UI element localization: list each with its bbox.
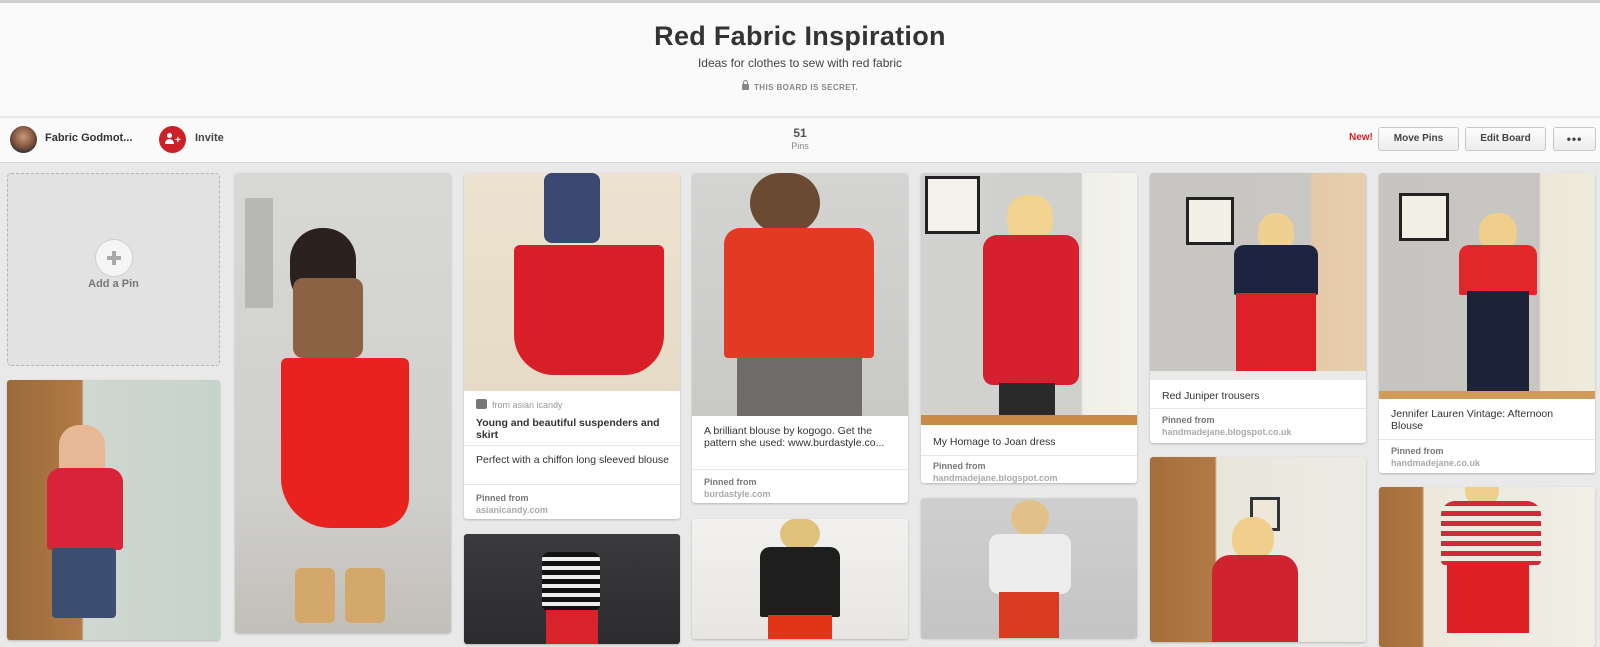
source-icon	[476, 399, 487, 409]
pin-card[interactable]: Jennifer Lauren Vintage: Afternoon Blous…	[1379, 173, 1595, 473]
add-pin-button[interactable]: Add a Pin	[7, 173, 220, 366]
pin-image[interactable]	[1150, 173, 1366, 380]
pinned-from-label: Pinned from	[476, 493, 529, 503]
owner-name[interactable]: Fabric Godmot...	[45, 132, 132, 144]
secret-notice: THIS BOARD IS SECRET.	[0, 80, 1600, 92]
pin-grid: Add a Pin from asian icandy Young and be…	[0, 162, 1600, 647]
pin-count-label: Pins	[791, 141, 809, 151]
pin-image[interactable]	[692, 519, 908, 639]
pinned-from-label: Pinned from	[933, 461, 986, 471]
source-attribution[interactable]: from asian icandy	[476, 399, 563, 410]
pin-count: 51 Pins	[776, 126, 824, 151]
pin-image[interactable]	[464, 173, 680, 391]
board-toolbar: Fabric Godmot... + Invite 51 Pins New! M…	[0, 117, 1600, 163]
board-header: Red Fabric Inspiration Ideas for clothes…	[0, 3, 1600, 116]
pin-card[interactable]	[692, 519, 908, 639]
pinned-from-label: Pinned from	[1162, 415, 1215, 425]
pin-source-link[interactable]: burdastyle.com	[704, 489, 771, 499]
pin-title: Young and beautiful suspenders and skirt	[476, 417, 660, 441]
pin-image[interactable]	[235, 173, 451, 633]
secret-label: THIS BOARD IS SECRET.	[754, 83, 858, 92]
more-options-button[interactable]: •••	[1553, 127, 1596, 151]
pin-title: Red Juniper trousers	[1162, 390, 1260, 402]
pin-image[interactable]	[1379, 173, 1595, 399]
divider	[692, 469, 908, 470]
pin-image[interactable]	[1379, 487, 1595, 647]
divider	[921, 455, 1137, 456]
pinned-from-label: Pinned from	[1391, 446, 1444, 456]
pin-card[interactable]: from asian icandy Young and beautiful su…	[464, 173, 680, 519]
board-title: Red Fabric Inspiration	[654, 21, 946, 51]
pin-card[interactable]: A brilliant blouse by kogogo. Get the pa…	[692, 173, 908, 503]
edit-board-button[interactable]: Edit Board	[1465, 127, 1546, 151]
pin-title: Jennifer Lauren Vintage: Afternoon Blous…	[1391, 408, 1554, 432]
pin-image[interactable]	[921, 498, 1137, 638]
pin-source-link[interactable]: handmadejane.blogspot.co.uk	[1162, 427, 1292, 437]
plus-icon	[95, 239, 133, 277]
divider	[1150, 408, 1366, 409]
pin-title: A brilliant blouse by kogogo. Get the pa…	[704, 425, 885, 449]
pin-card[interactable]	[1379, 487, 1595, 647]
divider	[464, 445, 680, 446]
pin-card[interactable]	[921, 498, 1137, 638]
pin-comment: Perfect with a chiffon long sleeved blou…	[476, 454, 670, 466]
move-pins-button[interactable]: Move Pins	[1378, 127, 1459, 151]
pin-source-link[interactable]: handmadejane.co.uk	[1391, 458, 1480, 468]
pin-title: My Homage to Joan dress	[933, 436, 1056, 448]
invite-button[interactable]: Invite	[195, 132, 224, 144]
pin-image[interactable]	[921, 173, 1137, 425]
pin-card[interactable]	[464, 534, 680, 644]
divider	[1379, 439, 1595, 440]
pin-card[interactable]: Red Juniper trousers Pinned from handmad…	[1150, 173, 1366, 443]
pin-card[interactable]	[7, 380, 220, 640]
pin-count-number: 51	[793, 126, 807, 140]
pin-card[interactable]: My Homage to Joan dress Pinned from hand…	[921, 173, 1137, 483]
pin-source-link[interactable]: asianicandy.com	[476, 505, 548, 515]
add-pin-label: Add a Pin	[88, 278, 139, 290]
pin-image[interactable]	[692, 173, 908, 416]
new-badge: New!	[1349, 132, 1373, 143]
lock-icon	[742, 80, 750, 90]
pin-source-link[interactable]: handmadejane.blogspot.com	[933, 473, 1058, 483]
pin-card[interactable]	[235, 173, 451, 633]
pin-image[interactable]	[7, 380, 220, 640]
pinned-from-label: Pinned from	[704, 477, 757, 487]
pin-card[interactable]	[1150, 457, 1366, 642]
divider	[464, 484, 680, 485]
board-description: Ideas for clothes to sew with red fabric	[697, 56, 903, 70]
pin-image[interactable]	[464, 534, 680, 644]
invite-icon[interactable]: +	[159, 126, 186, 153]
pin-image[interactable]	[1150, 457, 1366, 642]
owner-avatar[interactable]	[10, 126, 37, 153]
